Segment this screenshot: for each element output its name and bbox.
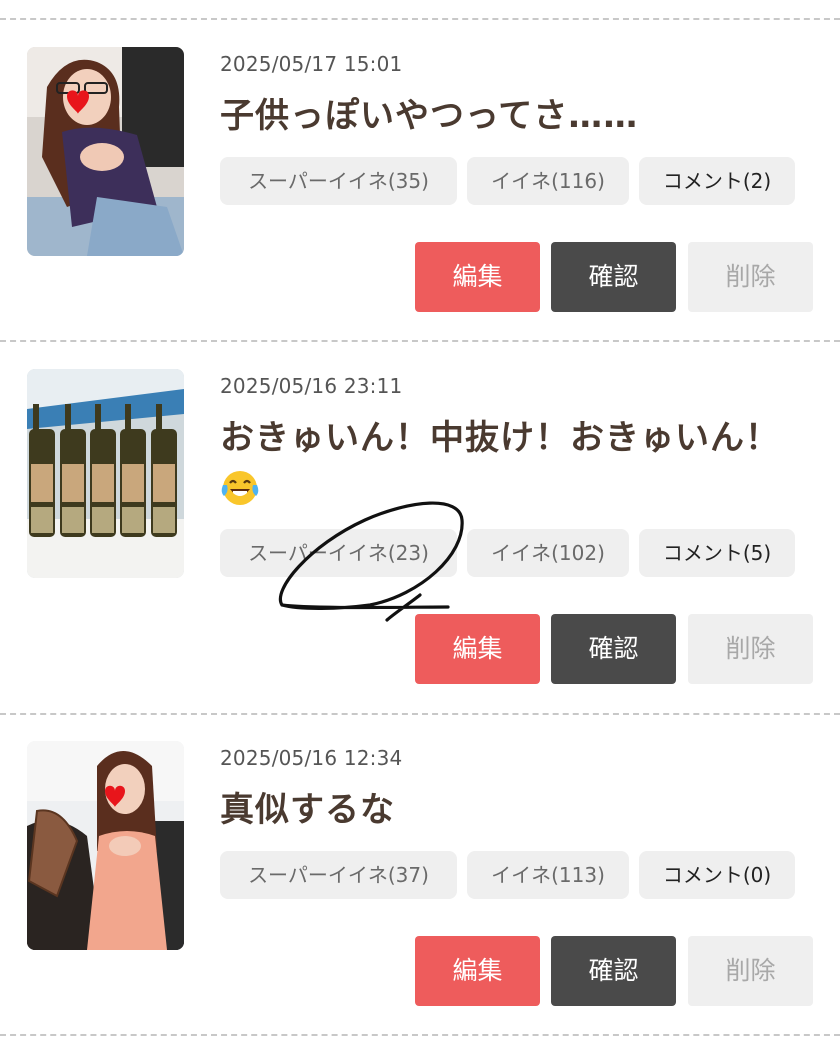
post-thumbnail-image (27, 47, 184, 256)
edit-button[interactable]: 編集 (415, 936, 540, 1006)
post-thumbnail-image (27, 369, 184, 578)
confirm-button[interactable]: 確認 (551, 614, 676, 684)
delete-button[interactable]: 削除 (688, 936, 813, 1006)
edit-button[interactable]: 編集 (415, 614, 540, 684)
like-count[interactable]: イイネ(102) (467, 529, 629, 577)
comment-count[interactable]: コメント(2) (639, 157, 795, 205)
post-thumbnail-image (27, 741, 184, 950)
delete-button[interactable]: 削除 (688, 614, 813, 684)
like-count[interactable]: イイネ(116) (467, 157, 629, 205)
divider (0, 18, 840, 20)
confirm-button[interactable]: 確認 (551, 242, 676, 312)
comment-count[interactable]: コメント(5) (639, 529, 795, 577)
comment-count[interactable]: コメント(0) (639, 851, 795, 899)
post-title[interactable]: 子供っぽいやつってさ…… (220, 92, 820, 140)
post-thumbnail[interactable] (27, 741, 184, 950)
super-like-count[interactable]: スーパーイイネ(35) (220, 157, 457, 205)
post-thumbnail[interactable] (27, 47, 184, 256)
post-title[interactable]: 真似するな (220, 786, 820, 834)
super-like-count[interactable]: スーパーイイネ(37) (220, 851, 457, 899)
post-date: 2025/05/16 12:34 (220, 746, 403, 770)
divider (0, 713, 840, 715)
confirm-button[interactable]: 確認 (551, 936, 676, 1006)
post-thumbnail[interactable] (27, 369, 184, 578)
post-date: 2025/05/16 23:11 (220, 374, 403, 398)
edit-button[interactable]: 編集 (415, 242, 540, 312)
like-count[interactable]: イイネ(113) (467, 851, 629, 899)
divider (0, 340, 840, 342)
delete-button[interactable]: 削除 (688, 242, 813, 312)
divider (0, 1034, 840, 1036)
super-like-count[interactable]: スーパーイイネ(23) (220, 529, 457, 577)
post-title[interactable]: おきゅいん！中抜け！おきゅいん！ (220, 414, 820, 510)
tears-of-joy-emoji-icon (221, 470, 259, 505)
post-title-text: おきゅいん！中抜け！おきゅいん！ (220, 418, 780, 458)
post-date: 2025/05/17 15:01 (220, 52, 403, 76)
